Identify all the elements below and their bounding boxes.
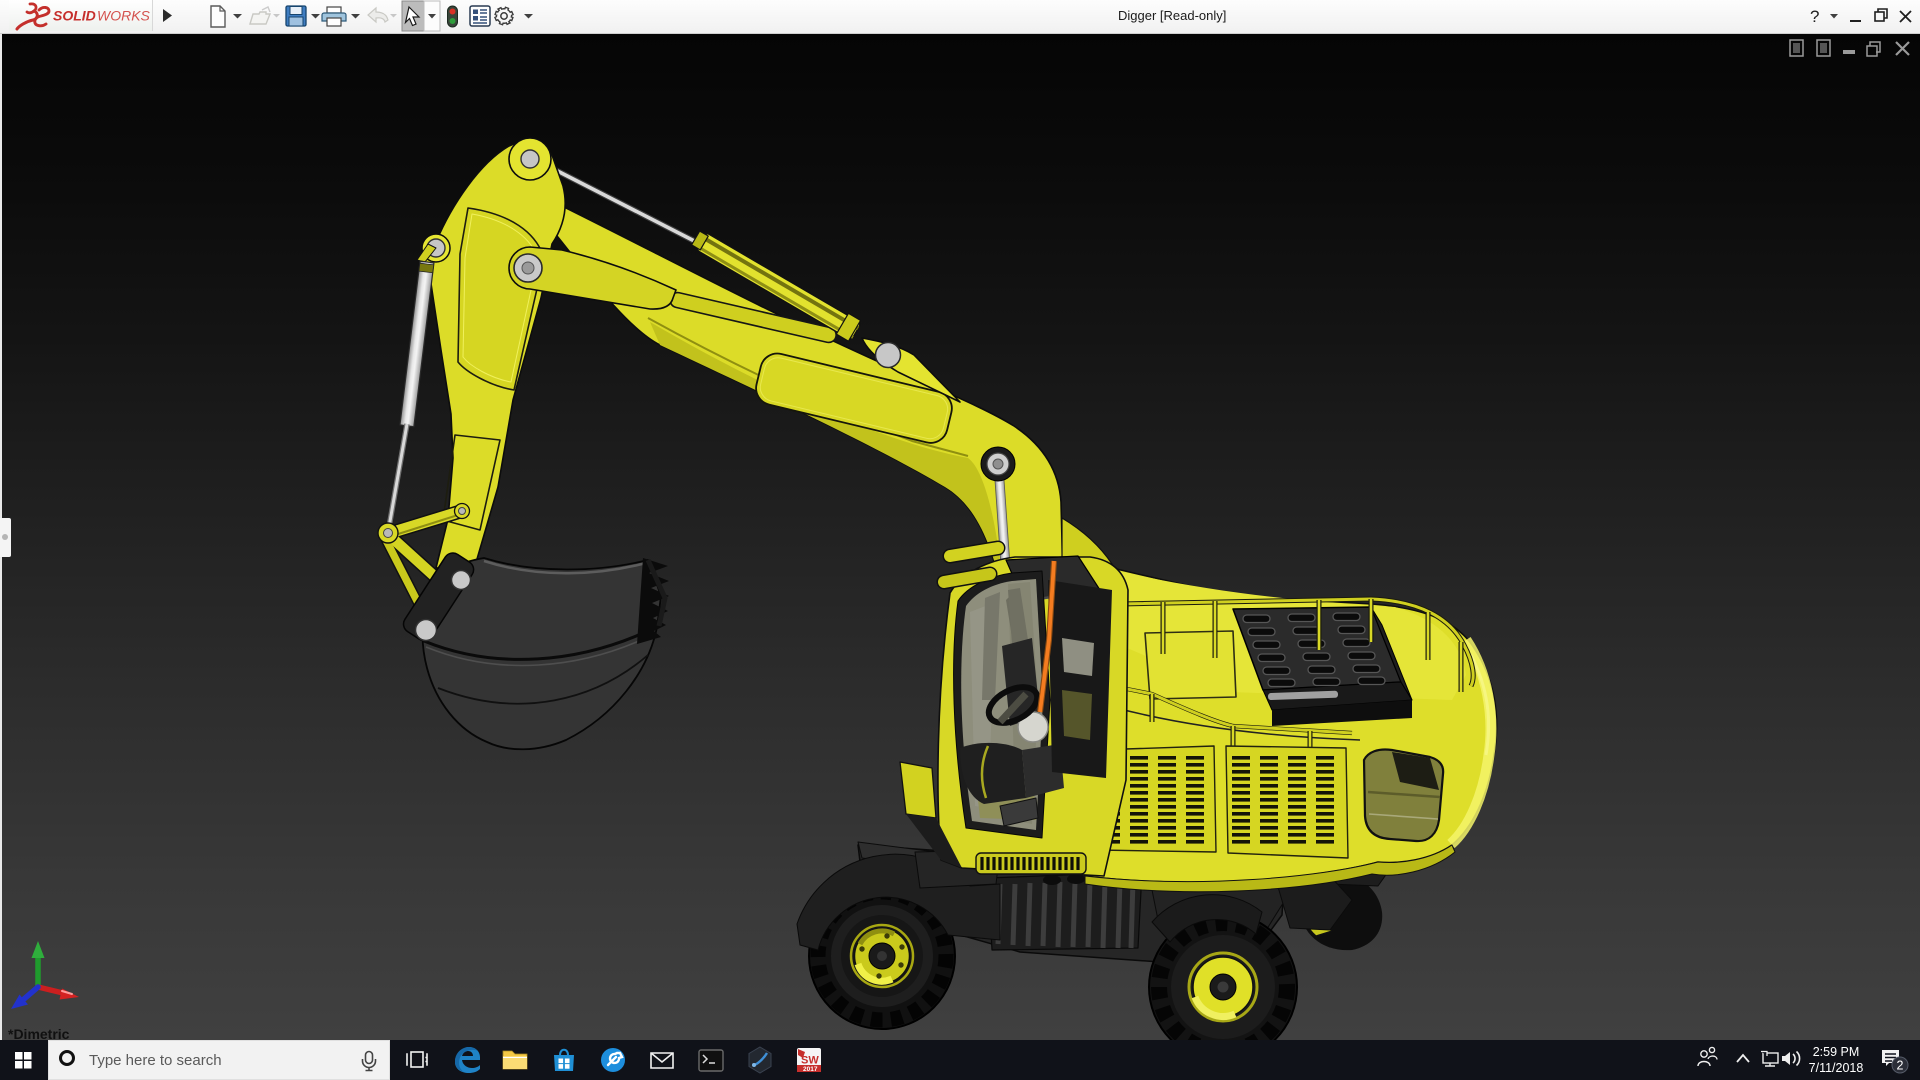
svg-text:2017: 2017 xyxy=(803,1066,818,1073)
svg-text:SW: SW xyxy=(801,1055,819,1067)
svg-text:WORKS: WORKS xyxy=(97,8,151,24)
svg-text:?: ? xyxy=(1810,7,1819,26)
svg-text:SOLID: SOLID xyxy=(53,8,96,24)
svg-text:2: 2 xyxy=(1897,1059,1904,1073)
